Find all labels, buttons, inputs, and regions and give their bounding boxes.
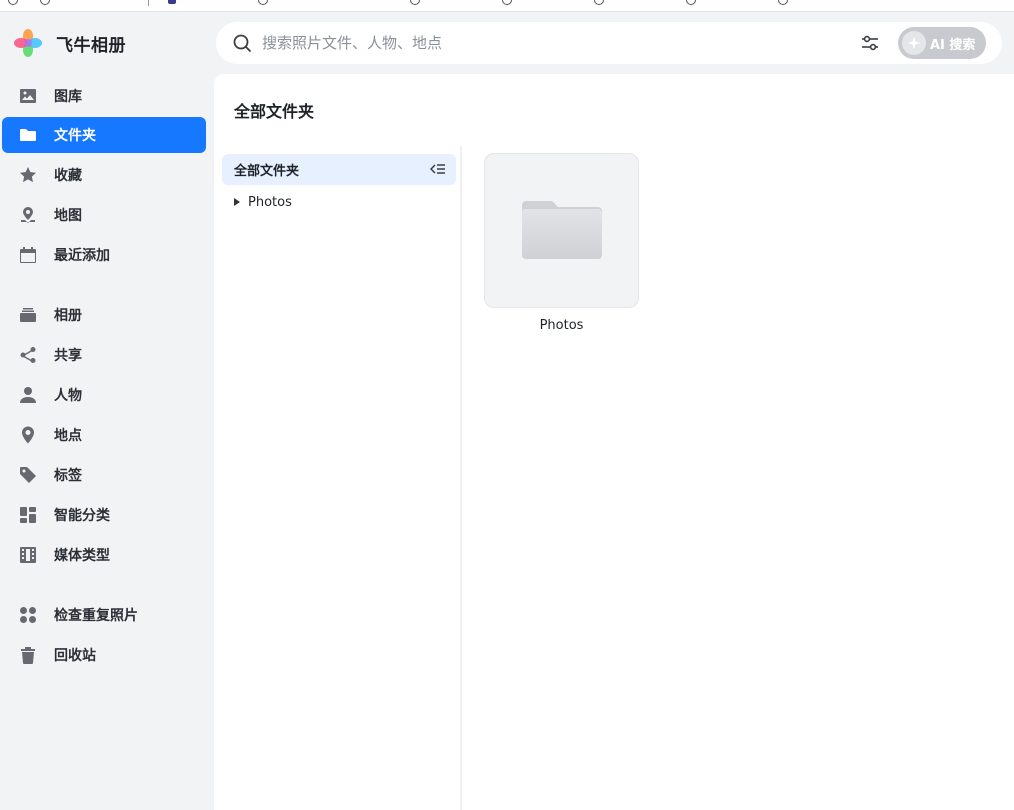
sidebar-item-label: 最近添加	[54, 248, 110, 264]
sidebar-item-smart-classify[interactable]: 智能分类	[2, 497, 206, 533]
bookmark-icon[interactable]	[40, 0, 50, 5]
search-bar: AI 搜索	[216, 22, 1002, 64]
bookmark-icon[interactable]	[258, 0, 268, 5]
sparkle-icon	[902, 31, 926, 55]
app-logo-icon	[14, 29, 42, 57]
expand-triangle-icon[interactable]	[234, 198, 240, 206]
film-strip-icon	[18, 545, 38, 565]
image-icon	[18, 86, 38, 106]
folder-icon	[521, 200, 602, 259]
sidebar-item-label: 共享	[54, 348, 82, 364]
sidebar-item-label: 图库	[54, 89, 82, 105]
tree-item-all-folders[interactable]: 全部文件夹	[222, 154, 456, 185]
bookmark-icon[interactable]	[502, 0, 512, 5]
bookmark-icon[interactable]	[410, 0, 420, 5]
page-title: 全部文件夹	[234, 102, 315, 121]
folder-card-photos[interactable]	[484, 153, 639, 308]
tree-item-photos[interactable]: Photos	[234, 192, 292, 212]
search-icon	[233, 34, 251, 52]
map-pin-person-icon	[18, 205, 38, 225]
sidebar-item-trash[interactable]: 回收站	[2, 637, 206, 673]
trash-icon	[18, 645, 38, 665]
sidebar-item-label: 回收站	[54, 648, 96, 664]
sidebar-item-label: 收藏	[54, 168, 82, 184]
ai-search-label: AI 搜索	[930, 37, 976, 53]
sidebar-item-label: 地点	[54, 428, 82, 444]
bookmark-icon[interactable]	[594, 0, 604, 5]
sidebar-item-label: 智能分类	[54, 508, 110, 524]
sidebar-item-label: 标签	[54, 468, 82, 484]
bookmark-separator	[148, 0, 149, 6]
tree-item-label: 全部文件夹	[234, 164, 300, 179]
star-icon	[18, 165, 38, 185]
sidebar-item-label: 检查重复照片	[54, 608, 138, 624]
sidebar-item-folders[interactable]: 文件夹	[2, 117, 206, 153]
four-dots-icon	[18, 605, 38, 625]
album-stack-icon	[18, 305, 38, 325]
sidebar-item-media-types[interactable]: 媒体类型	[2, 537, 206, 573]
person-icon	[18, 385, 38, 405]
bookmark-icon[interactable]	[778, 0, 788, 5]
collapse-panel-icon[interactable]	[430, 162, 446, 176]
sidebar-item-share[interactable]: 共享	[2, 337, 206, 373]
calendar-icon	[18, 245, 38, 265]
share-icon	[18, 345, 38, 365]
folder-name: Photos	[539, 318, 584, 333]
sidebar-item-duplicates[interactable]: 检查重复照片	[2, 597, 206, 633]
sidebar-item-people[interactable]: 人物	[2, 377, 206, 413]
sidebar-item-gallery[interactable]: 图库	[2, 78, 206, 114]
folder-icon	[18, 125, 38, 145]
sidebar-item-label: 人物	[54, 388, 82, 404]
main-panel: 全部文件夹 全部文件夹 Photos Photos	[214, 74, 1014, 810]
sidebar-item-tags[interactable]: 标签	[2, 457, 206, 493]
folder-tree: 全部文件夹 Photos	[214, 146, 462, 810]
sidebar-item-favorites[interactable]: 收藏	[2, 157, 206, 193]
app-name: 飞牛相册	[56, 35, 126, 56]
sidebar: 飞牛相册 图库 文件夹 收藏 地图 最近添加 相册 共享 人物 地点 标签 智能…	[0, 12, 212, 810]
sidebar-item-label: 相册	[54, 308, 82, 324]
sidebar-item-albums[interactable]: 相册	[2, 297, 206, 333]
sidebar-item-label: 媒体类型	[54, 548, 110, 564]
filter-settings-icon[interactable]	[860, 33, 880, 53]
bookmark-icon[interactable]	[686, 0, 696, 5]
sidebar-item-map[interactable]: 地图	[2, 197, 206, 233]
browser-bookmark-strip	[0, 0, 1014, 12]
sidebar-item-label: 地图	[54, 208, 82, 224]
location-pin-icon	[18, 425, 38, 445]
search-input[interactable]	[262, 28, 822, 58]
tree-item-label: Photos	[248, 194, 292, 210]
ai-search-button[interactable]: AI 搜索	[898, 27, 986, 59]
bookmark-icon[interactable]	[8, 0, 18, 5]
sidebar-item-places[interactable]: 地点	[2, 417, 206, 453]
app-brand: 飞牛相册	[12, 26, 126, 60]
sidebar-item-recent[interactable]: 最近添加	[2, 237, 206, 273]
sidebar-item-label: 文件夹	[54, 128, 96, 144]
dashboard-grid-icon	[18, 505, 38, 525]
bookmark-icon[interactable]	[168, 0, 176, 4]
tag-icon	[18, 465, 38, 485]
